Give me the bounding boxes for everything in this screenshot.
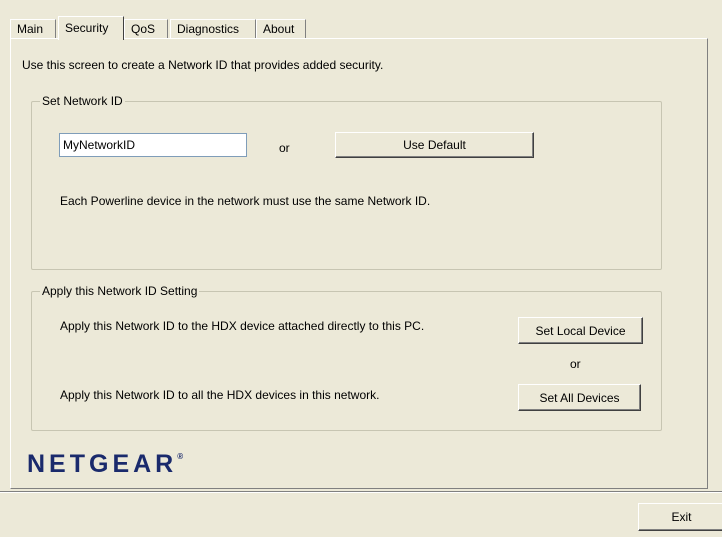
network-id-input[interactable] [59, 133, 247, 157]
apply-local-text: Apply this Network ID to the HDX device … [60, 319, 425, 333]
tab-about[interactable]: About [256, 19, 306, 38]
footer-separator [0, 491, 722, 493]
or-label-1: or [279, 141, 290, 155]
network-id-note: Each Powerline device in the network mus… [60, 194, 431, 208]
tab-security-label: Security [65, 21, 109, 35]
or-label-2: or [570, 357, 581, 371]
apply-all-text: Apply this Network ID to all the HDX dev… [60, 388, 380, 402]
set-local-device-button[interactable]: Set Local Device [518, 317, 643, 344]
tab-main[interactable]: Main [10, 19, 56, 38]
apply-setting-legend: Apply this Network ID Setting [40, 284, 200, 298]
exit-button[interactable]: Exit [638, 503, 722, 531]
tab-main-label: Main [17, 22, 44, 36]
tab-qos[interactable]: QoS [124, 19, 168, 38]
intro-text: Use this screen to create a Network ID t… [22, 58, 384, 72]
tab-diagnostics-label: Diagnostics [177, 22, 240, 36]
set-network-id-legend: Set Network ID [40, 94, 125, 108]
use-default-button[interactable]: Use Default [335, 132, 534, 158]
set-network-id-group: Set Network ID [31, 94, 662, 270]
netgear-logo: NETGEAR® [27, 450, 183, 479]
tab-diagnostics[interactable]: Diagnostics [170, 19, 256, 38]
netgear-logo-text: NETGEAR [27, 450, 178, 478]
tab-about-label: About [263, 22, 295, 36]
registered-mark: ® [177, 452, 184, 461]
tab-security[interactable]: Security [58, 16, 124, 40]
set-all-devices-button[interactable]: Set All Devices [518, 384, 641, 411]
tab-qos-label: QoS [131, 22, 156, 36]
